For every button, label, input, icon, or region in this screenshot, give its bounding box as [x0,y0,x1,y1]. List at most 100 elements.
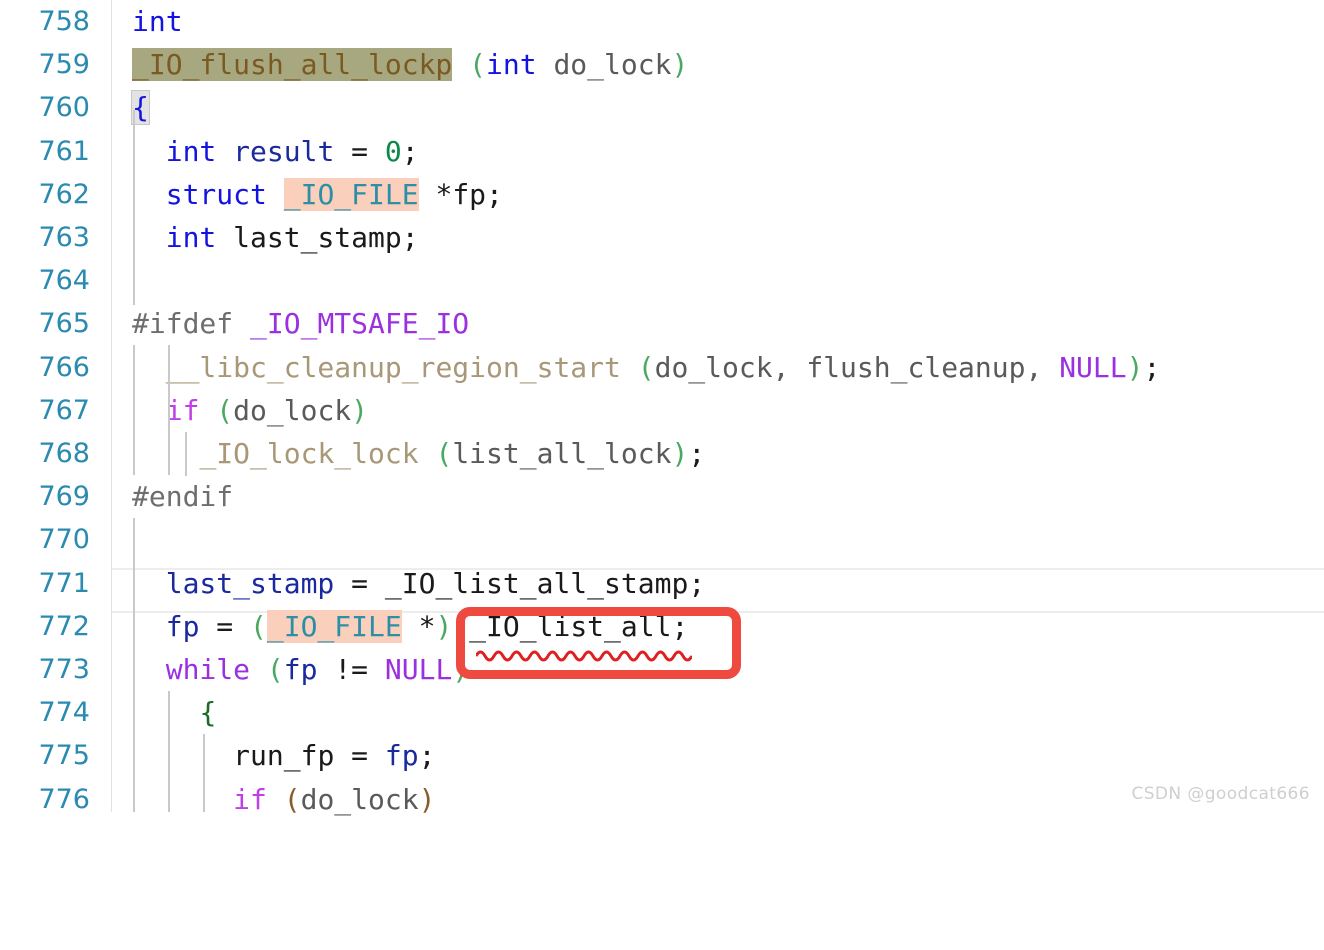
token-function-call: _IO_lock_lock [199,437,419,470]
code-line[interactable]: 758 int [0,0,1324,43]
token-semicolon: ; [1143,350,1161,384]
token-global-variable-error: _IO_list_all [469,609,672,643]
token-type-highlighted: _IO_FILE [266,609,402,643]
token-paren-open: ( [637,350,655,384]
line-number: 758 [38,6,90,37]
line-number: 759 [38,49,90,81]
token-parameter: do_lock [553,48,672,82]
token-keyword: int [165,221,217,254]
line-number: 765 [38,308,90,340]
code-line[interactable]: 775 run_fp = fp; [0,734,1324,777]
token-comma: , [1025,350,1043,384]
line-number: 772 [38,610,90,642]
line-number: 774 [38,697,90,729]
code-line[interactable]: 764 [0,259,1324,302]
line-number: 763 [38,222,90,253]
code-line[interactable]: 766 __libc_cleanup_region_start (do_lock… [0,346,1324,389]
token-comma: , [772,350,790,384]
code-line[interactable]: 768 _IO_lock_lock (list_all_lock); [0,432,1324,475]
token-paren-open: ( [266,653,284,686]
line-content: __libc_cleanup_region_start (do_lock, fl… [132,346,1161,389]
code-line[interactable]: 767 if (do_lock) [0,389,1324,432]
token-variable: run_fp [233,739,335,773]
token-type-highlighted: _IO_FILE [283,177,419,211]
token-paren-close: ) [452,653,470,686]
token-keyword: struct [165,177,267,211]
token-variable: fp [452,177,487,211]
indent-guide-level-2 [185,432,187,476]
token-paren-open: ( [469,48,487,82]
token-function-call: __libc_cleanup_region_start [165,350,621,384]
token-paren-close: ) [435,609,453,643]
indent-guide-level-1 [133,110,135,305]
line-content: #endif [132,475,233,518]
token-keyword-if: if [233,782,267,816]
line-number: 767 [38,394,90,426]
line-content: { [132,691,216,734]
token-keyword-while: while [165,653,251,686]
token-paren-close: ) [1126,350,1144,384]
line-content: fp = (_IO_FILE *) _IO_list_all; [132,605,688,648]
token-operator: = [351,739,369,773]
line-number: 768 [38,438,90,469]
token-argument: flush_cleanup [806,350,1026,384]
code-editor[interactable]: 758 int 759 _IO_flush_all_lockp (int do_… [0,0,1324,816]
token-macro: _IO_MTSAFE_IO [250,307,470,341]
line-number: 762 [38,178,90,210]
token-condition: do_lock [233,393,352,427]
line-content: _IO_flush_all_lockp (int do_lock) [132,43,688,86]
code-line[interactable]: 771 last_stamp = _IO_list_all_stamp; [0,562,1324,605]
token-preprocessor: #ifdef [132,307,234,341]
code-line[interactable]: 763 int last_stamp; [0,216,1324,259]
line-number: 776 [38,783,90,815]
token-keyword: int [132,5,183,38]
code-line[interactable]: 765 #ifdef _IO_MTSAFE_IO [0,302,1324,345]
token-semicolon: ; [688,437,706,470]
code-line[interactable]: 774 { [0,691,1324,734]
watermark: CSDN @goodcat666 [1131,784,1310,804]
token-argument: do_lock [654,350,773,384]
token-variable: result [233,134,335,168]
token-semicolon: ; [401,221,419,254]
code-line[interactable]: 759 _IO_flush_all_lockp (int do_lock) [0,43,1324,86]
token-paren-close: ) [418,782,436,816]
token-paren-close: ) [671,48,689,82]
token-keyword: int [486,48,537,82]
code-line[interactable]: 773 while (fp != NULL) [0,648,1324,691]
token-semicolon: ; [688,566,706,600]
line-content: #ifdef _IO_MTSAFE_IO [132,302,469,345]
line-content: run_fp = fp; [132,734,435,777]
code-line[interactable]: 770 [0,518,1324,561]
token-variable: last_stamp [233,221,402,254]
line-content: if (do_lock) [132,778,435,821]
token-semicolon: ; [401,134,419,168]
token-operator: = [216,609,234,643]
line-number: 775 [38,740,90,772]
token-variable: last_stamp [165,566,335,600]
token-null: NULL [1059,350,1127,384]
token-paren-close: ) [351,393,369,427]
indent-guide-level-2 [168,691,170,812]
line-number: 770 [38,524,90,556]
token-asterisk: * [418,609,436,643]
code-line[interactable]: 772 fp = (_IO_FILE *) _IO_list_all; [0,605,1324,648]
line-content: int last_stamp; [132,216,419,259]
token-null: NULL [384,653,453,686]
line-content: _IO_lock_lock (list_all_lock); [132,432,705,475]
code-line[interactable]: 760 { [0,86,1324,129]
code-line[interactable]: 776 if (do_lock) [0,778,1324,821]
line-number: 761 [38,135,90,167]
line-number: 764 [38,265,90,297]
code-line[interactable]: 761 int result = 0; [0,130,1324,173]
token-preprocessor: #endif [132,480,234,514]
token-semicolon: ; [671,609,689,643]
token-asterisk: * [435,177,453,211]
token-keyword-if: if [165,393,200,427]
token-variable: fp [283,653,318,686]
token-paren-open: ( [216,393,234,427]
token-operator: = [351,566,369,600]
line-number: 769 [38,481,90,513]
code-line[interactable]: 769 #endif [0,475,1324,518]
code-line[interactable]: 762 struct _IO_FILE *fp; [0,173,1324,216]
token-operator: = [351,134,369,168]
